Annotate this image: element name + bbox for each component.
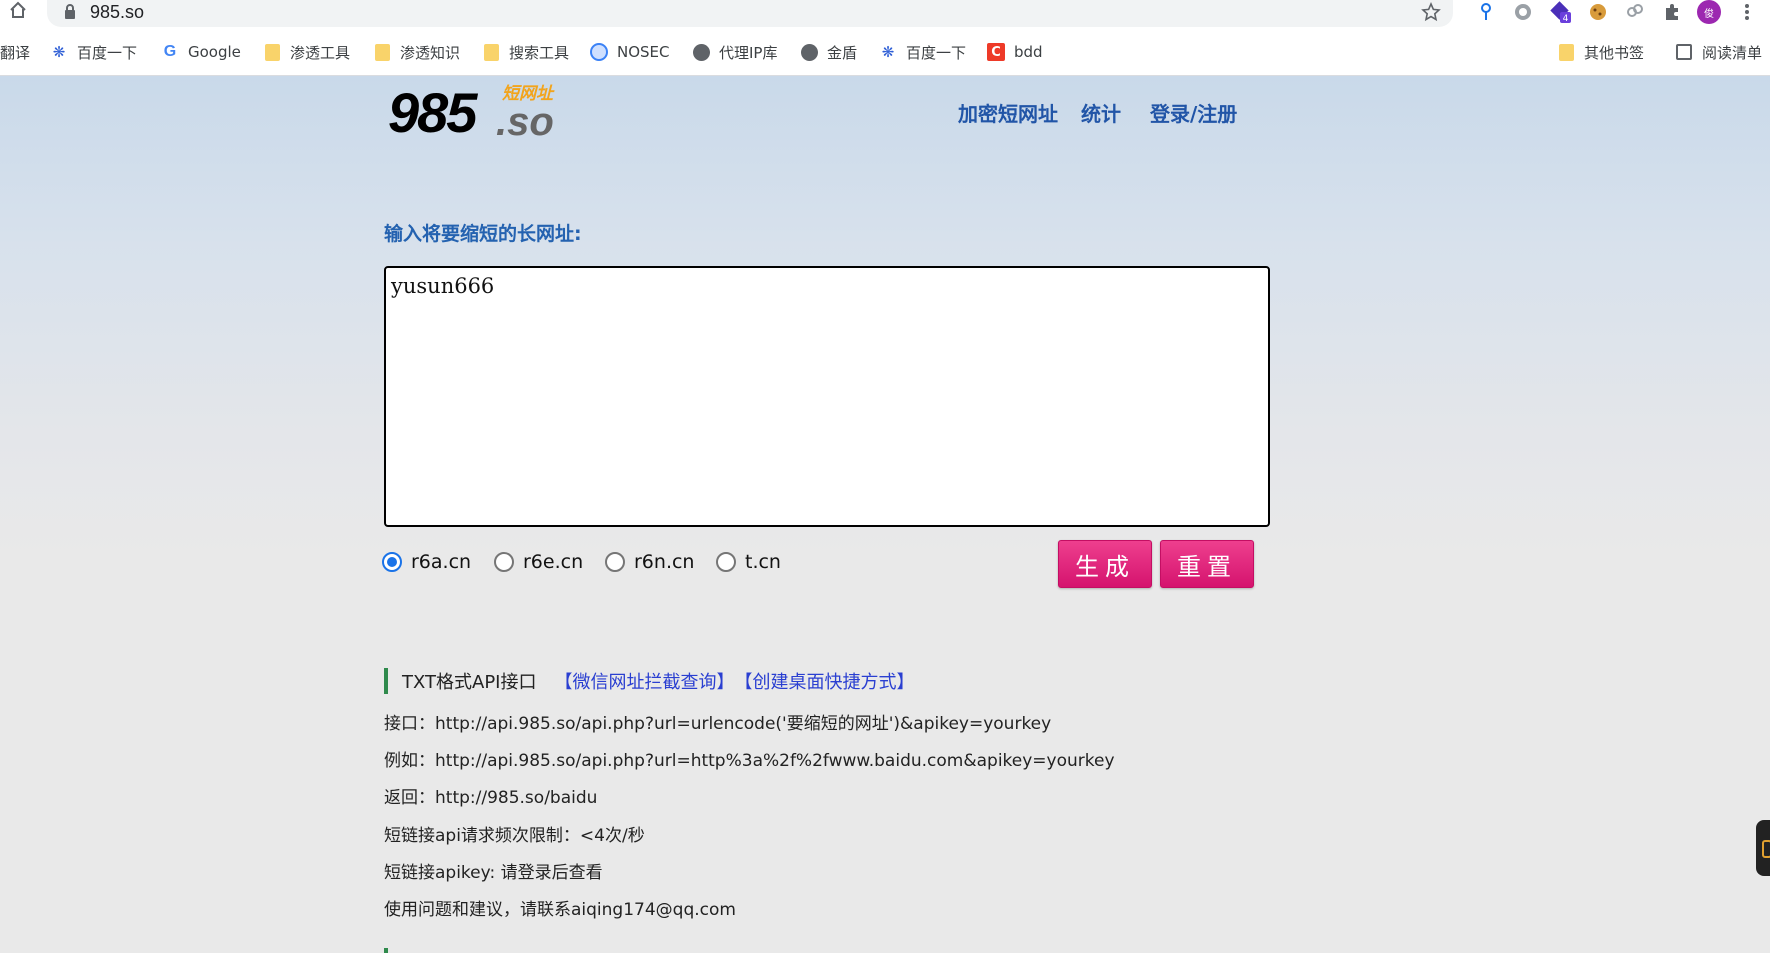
bookmark-star-icon[interactable] xyxy=(1421,2,1441,22)
folder-icon xyxy=(1557,43,1575,61)
nav-encrypted-short-url[interactable]: 加密短网址 xyxy=(958,100,1058,128)
logo-digits: 985 xyxy=(388,81,477,144)
paw-icon: ❋ xyxy=(52,43,66,61)
api-rate-limit-line: 短链接api请求频次限制：<4次/秒 xyxy=(384,826,645,846)
domain-option-r6a[interactable]: r6a.cn xyxy=(382,550,471,574)
lock-icon xyxy=(65,4,75,19)
bookmark-baidu-2[interactable]: ❋ 百度一下 xyxy=(879,41,966,63)
domain-option-tcn[interactable]: t.cn xyxy=(716,550,781,574)
api-example-line: 例如：http://api.985.so/api.php?url=http%3a… xyxy=(384,751,1115,771)
section-marker xyxy=(384,948,388,953)
profile-initial: 俊 xyxy=(1704,8,1714,20)
bookmark-folder-search-tools[interactable]: 搜索工具 xyxy=(482,41,569,63)
bookmark-label: 百度一下 xyxy=(77,43,138,62)
desktop-shortcut-link[interactable]: 【创建桌面快捷方式】 xyxy=(734,668,914,694)
home-button[interactable] xyxy=(8,0,32,22)
api-key-line: 短链接apikey: 请登录后查看 xyxy=(384,863,603,883)
home-icon xyxy=(10,1,26,18)
circle-extension-icon[interactable] xyxy=(1510,0,1536,24)
bookmark-jindun[interactable]: 金盾 xyxy=(800,41,857,63)
globe-icon xyxy=(692,43,710,61)
cookie-extension-icon[interactable] xyxy=(1585,0,1611,24)
puzzle-extensions-icon[interactable] xyxy=(1659,0,1685,24)
domain-option-label: r6n.cn xyxy=(634,551,695,573)
bookmark-label: 翻译 xyxy=(0,43,31,62)
browser-toolbar: 985.so 4 俊 xyxy=(0,0,1770,27)
bookmark-other-bookmarks[interactable]: 其他书签 xyxy=(1557,41,1644,63)
nav-login-register[interactable]: 登录/注册 xyxy=(1150,100,1237,128)
link-extension-icon[interactable] xyxy=(1622,0,1648,24)
api-return-line: 返回：http://985.so/baidu xyxy=(384,788,598,808)
paw-icon: ❋ xyxy=(881,43,895,61)
domain-option-r6e[interactable]: r6e.cn xyxy=(494,550,583,574)
key-extension-icon[interactable] xyxy=(1473,0,1499,24)
bookmark-google[interactable]: G Google xyxy=(161,41,241,63)
bookmark-translate[interactable]: 翻译 xyxy=(0,41,30,63)
domain-option-label: t.cn xyxy=(745,551,781,573)
bookmark-label: Google xyxy=(188,43,241,61)
folder-icon xyxy=(263,43,281,61)
nav-statistics[interactable]: 统计 xyxy=(1081,100,1121,128)
domain-option-label: r6e.cn xyxy=(523,551,584,573)
address-bar[interactable]: 985.so xyxy=(47,0,1453,27)
bookmark-folder-pentest-knowledge[interactable]: 渗透知识 xyxy=(373,41,460,63)
floating-side-tab[interactable] xyxy=(1756,820,1770,876)
nosec-icon xyxy=(590,43,608,61)
radio-icon[interactable] xyxy=(494,552,514,572)
bookmark-label: 渗透知识 xyxy=(400,43,461,62)
c-logo-icon: C xyxy=(987,43,1005,61)
reset-button[interactable]: 重置 xyxy=(1160,540,1254,588)
api-section-header: TXT格式API接口 【微信网址拦截查询】 【创建桌面快捷方式】 xyxy=(384,668,914,694)
radio-icon[interactable] xyxy=(716,552,736,572)
folder-icon xyxy=(482,43,500,61)
bookmark-bdd[interactable]: Cbdd xyxy=(987,41,1043,63)
radio-selected-icon[interactable] xyxy=(382,552,402,572)
reading-list[interactable]: 阅读清单 xyxy=(1675,41,1762,63)
address-url: 985.so xyxy=(90,2,145,22)
page-content: 985 .so 短网址 加密短网址 统计 登录/注册 输入将要缩短的长网址: y… xyxy=(0,76,1770,953)
domain-option-r6n[interactable]: r6n.cn xyxy=(605,550,694,574)
long-url-label: 输入将要缩短的长网址: xyxy=(384,223,582,245)
bookmark-label: 百度一下 xyxy=(906,43,967,62)
bookmark-label: bdd xyxy=(1014,43,1043,61)
bookmark-label: 金盾 xyxy=(827,43,858,62)
bookmark-baidu-1[interactable]: ❋ 百度一下 xyxy=(50,41,137,63)
api-endpoint-line: 接口：http://api.985.so/api.php?url=urlenco… xyxy=(384,714,1052,734)
globe-icon xyxy=(800,43,818,61)
extension-badge: 4 xyxy=(1563,14,1569,23)
bookmark-folder-pentest-tools[interactable]: 渗透工具 xyxy=(263,41,350,63)
api-title: TXT格式API接口 xyxy=(402,672,537,693)
radio-icon[interactable] xyxy=(605,552,625,572)
folder-icon xyxy=(373,43,391,61)
wechat-check-link[interactable]: 【微信网址拦截查询】 xyxy=(554,668,734,694)
bookmark-nosec[interactable]: NOSEC xyxy=(590,41,670,63)
bookmark-proxy-ip[interactable]: 代理IP库 xyxy=(692,41,777,63)
bookmark-label: 搜索工具 xyxy=(509,43,570,62)
domain-option-label: r6a.cn xyxy=(411,551,472,573)
bookmark-label: 其他书签 xyxy=(1584,43,1645,62)
section-marker xyxy=(384,668,388,694)
bookmark-label: 渗透工具 xyxy=(290,43,351,62)
reading-list-icon xyxy=(1675,43,1693,61)
bookmark-label: NOSEC xyxy=(617,43,670,61)
logo-domain: .so xyxy=(496,100,554,144)
long-url-input[interactable]: yusun666 xyxy=(384,266,1270,527)
profile-avatar[interactable]: 俊 xyxy=(1697,0,1721,24)
browser-menu-icon[interactable] xyxy=(1734,0,1760,24)
generate-button[interactable]: 生成 xyxy=(1058,540,1152,588)
contact-line: 使用问题和建议，请联系aiqing174@qq.com xyxy=(384,900,736,920)
bookmarks-bar: 翻译 ❋ 百度一下 G Google 渗透工具 渗透知识 搜索工具 NOSEC 代理… xyxy=(0,27,1770,76)
bookmark-label: 代理IP库 xyxy=(719,43,778,62)
google-icon: G xyxy=(163,43,177,60)
site-logo[interactable]: 985 .so 短网址 xyxy=(388,81,568,145)
bookmark-label: 阅读清单 xyxy=(1702,43,1763,62)
logo-tagline: 短网址 xyxy=(502,84,553,104)
shield-extension-icon[interactable]: 4 xyxy=(1548,0,1574,24)
